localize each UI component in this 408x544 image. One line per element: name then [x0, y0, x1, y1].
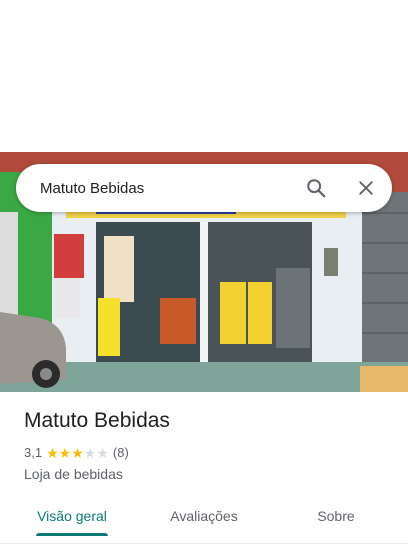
search-icon: [307, 179, 326, 198]
star-empty-icon: ★: [96, 444, 109, 461]
tab-reviews[interactable]: Avaliações: [156, 496, 252, 536]
star-empty-icon: ★: [83, 444, 97, 461]
close-icon: [359, 181, 373, 195]
search-bar[interactable]: Matuto Bebidas: [16, 164, 392, 212]
search-button[interactable]: [296, 168, 336, 208]
tab-bar: Visão geral Avaliações Sobre: [0, 496, 408, 544]
search-input[interactable]: Matuto Bebidas: [40, 180, 296, 197]
star-icon: ★: [46, 444, 59, 461]
tab-overview[interactable]: Visão geral: [24, 496, 120, 536]
star-icon: ★: [71, 444, 84, 461]
clear-search-button[interactable]: [346, 168, 386, 208]
review-count[interactable]: (8): [113, 445, 129, 460]
star-rating: ★ ★ ★ ★ ★: [46, 446, 109, 460]
place-title: Matuto Bebidas: [24, 409, 170, 432]
star-icon: ★: [58, 444, 72, 461]
rating-row[interactable]: 3,1 ★ ★ ★ ★ ★ (8): [24, 445, 129, 460]
blank-header-area: [0, 0, 408, 152]
tab-about[interactable]: Sobre: [296, 496, 376, 536]
place-category: Loja de bebidas: [24, 466, 123, 482]
rating-value: 3,1: [24, 445, 43, 460]
active-tab-indicator: [36, 533, 108, 536]
